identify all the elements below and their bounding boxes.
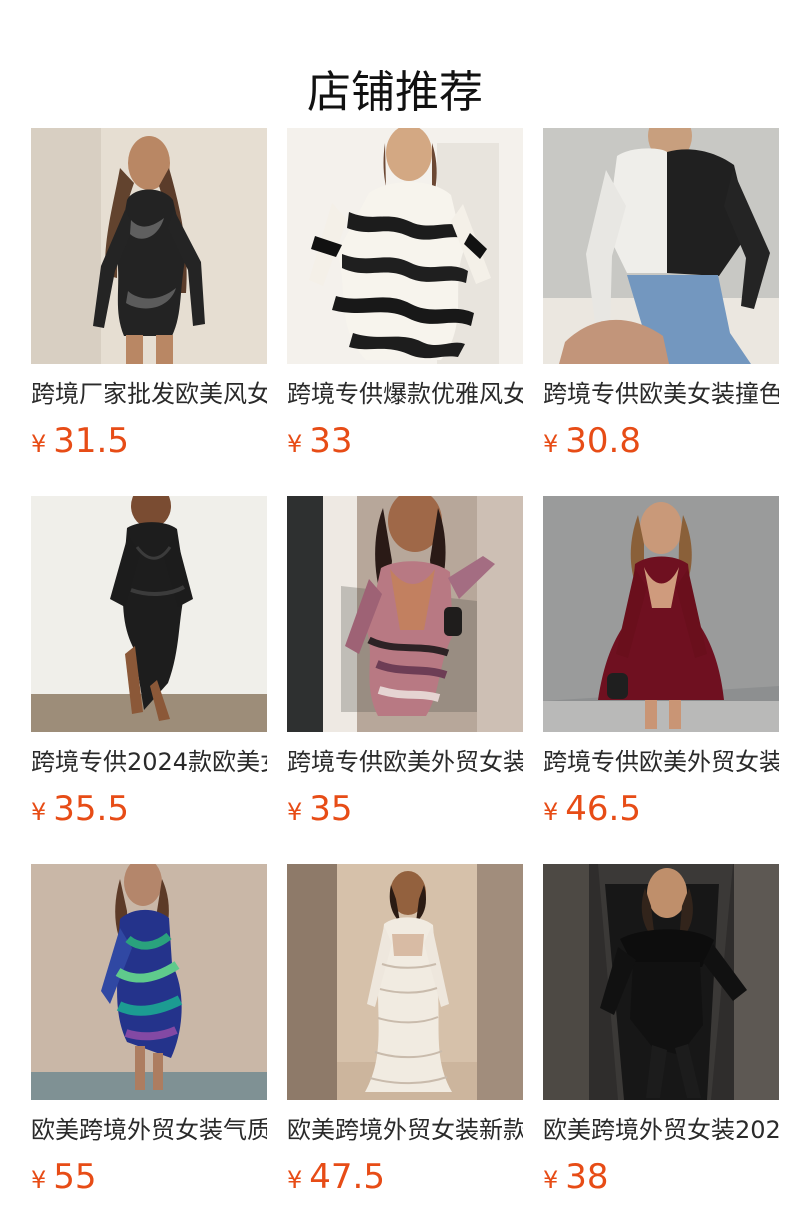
currency-symbol: ¥ <box>31 1166 47 1194</box>
product-title[interactable]: 欧美跨境外贸女装新款 <box>287 1112 523 1148</box>
product-price: ¥38 <box>543 1156 609 1198</box>
black-off-shoulder-dress-photo <box>543 864 779 1100</box>
price-amount: 46.5 <box>565 789 641 829</box>
product-card-4[interactable]: 跨境专供2024款欧美女装 ¥35.5 <box>31 496 267 836</box>
blue-one-shoulder-dress-photo <box>31 864 267 1100</box>
product-card-3[interactable]: 跨境专供欧美女装撞色 ¥30.8 <box>543 128 779 468</box>
product-card-6[interactable]: 跨境专供欧美外贸女装 ¥46.5 <box>543 496 779 836</box>
product-image-8[interactable] <box>287 864 523 1100</box>
product-price: ¥35.5 <box>31 788 129 830</box>
currency-symbol: ¥ <box>543 798 559 826</box>
product-title[interactable]: 跨境厂家批发欧美风女装 <box>31 376 267 412</box>
product-price: ¥33 <box>287 420 353 462</box>
price-amount: 55 <box>53 1157 97 1197</box>
product-price: ¥55 <box>31 1156 97 1198</box>
price-amount: 33 <box>309 421 353 461</box>
product-card-2[interactable]: 跨境专供爆款优雅风女装 ¥33 <box>287 128 523 468</box>
currency-symbol: ¥ <box>543 430 559 458</box>
product-card-8[interactable]: 欧美跨境外贸女装新款 ¥47.5 <box>287 864 523 1204</box>
product-image-2[interactable] <box>287 128 523 364</box>
zebra-print-wrap-dress-photo <box>287 128 523 364</box>
product-image-3[interactable] <box>543 128 779 364</box>
currency-symbol: ¥ <box>287 798 303 826</box>
product-image-4[interactable] <box>31 496 267 732</box>
product-card-1[interactable]: 跨境厂家批发欧美风女装 ¥31.5 <box>31 128 267 468</box>
price-amount: 30.8 <box>565 421 641 461</box>
product-image-7[interactable] <box>31 864 267 1100</box>
product-title[interactable]: 欧美跨境外贸女装气质 <box>31 1112 267 1148</box>
product-price: ¥31.5 <box>31 420 129 462</box>
currency-symbol: ¥ <box>543 1166 559 1194</box>
product-title[interactable]: 跨境专供欧美女装撞色 <box>543 376 779 412</box>
price-amount: 31.5 <box>53 421 129 461</box>
product-title[interactable]: 欧美跨境外贸女装2024 <box>543 1112 779 1148</box>
black-bodycon-dress-photo <box>31 128 267 364</box>
printed-deep-v-dress-photo <box>287 496 523 732</box>
product-title[interactable]: 跨境专供2024款欧美女装 <box>31 744 267 780</box>
price-amount: 47.5 <box>309 1157 385 1197</box>
product-price: ¥30.8 <box>543 420 641 462</box>
product-title[interactable]: 跨境专供欧美外贸女装 <box>543 744 779 780</box>
price-amount: 35.5 <box>53 789 129 829</box>
product-title[interactable]: 跨境专供爆款优雅风女装 <box>287 376 523 412</box>
price-amount: 38 <box>565 1157 609 1197</box>
currency-symbol: ¥ <box>287 430 303 458</box>
product-image-9[interactable] <box>543 864 779 1100</box>
product-card-5[interactable]: 跨境专供欧美外贸女装 ¥35 <box>287 496 523 836</box>
store-recommendations-page: 店铺推荐 跨境厂家批发欧美风女装 <box>0 0 790 1232</box>
product-price: ¥46.5 <box>543 788 641 830</box>
product-image-1[interactable] <box>31 128 267 364</box>
section-title: 店铺推荐 <box>307 67 483 119</box>
product-price: ¥35 <box>287 788 353 830</box>
product-grid: 跨境厂家批发欧美风女装 ¥31.5 <box>31 128 787 1208</box>
currency-symbol: ¥ <box>287 1166 303 1194</box>
price-amount: 35 <box>309 789 353 829</box>
product-image-5[interactable] <box>287 496 523 732</box>
burgundy-velvet-dress-photo <box>543 496 779 732</box>
color-block-knit-top-photo <box>543 128 779 364</box>
product-title[interactable]: 跨境专供欧美外贸女装 <box>287 744 523 780</box>
black-slit-midi-dress-photo <box>31 496 267 732</box>
product-card-9[interactable]: 欧美跨境外贸女装2024 ¥38 <box>543 864 779 1204</box>
lace-maxi-dress-photo <box>287 864 523 1100</box>
currency-symbol: ¥ <box>31 798 47 826</box>
product-image-6[interactable] <box>543 496 779 732</box>
currency-symbol: ¥ <box>31 430 47 458</box>
product-card-7[interactable]: 欧美跨境外贸女装气质 ¥55 <box>31 864 267 1204</box>
product-price: ¥47.5 <box>287 1156 385 1198</box>
